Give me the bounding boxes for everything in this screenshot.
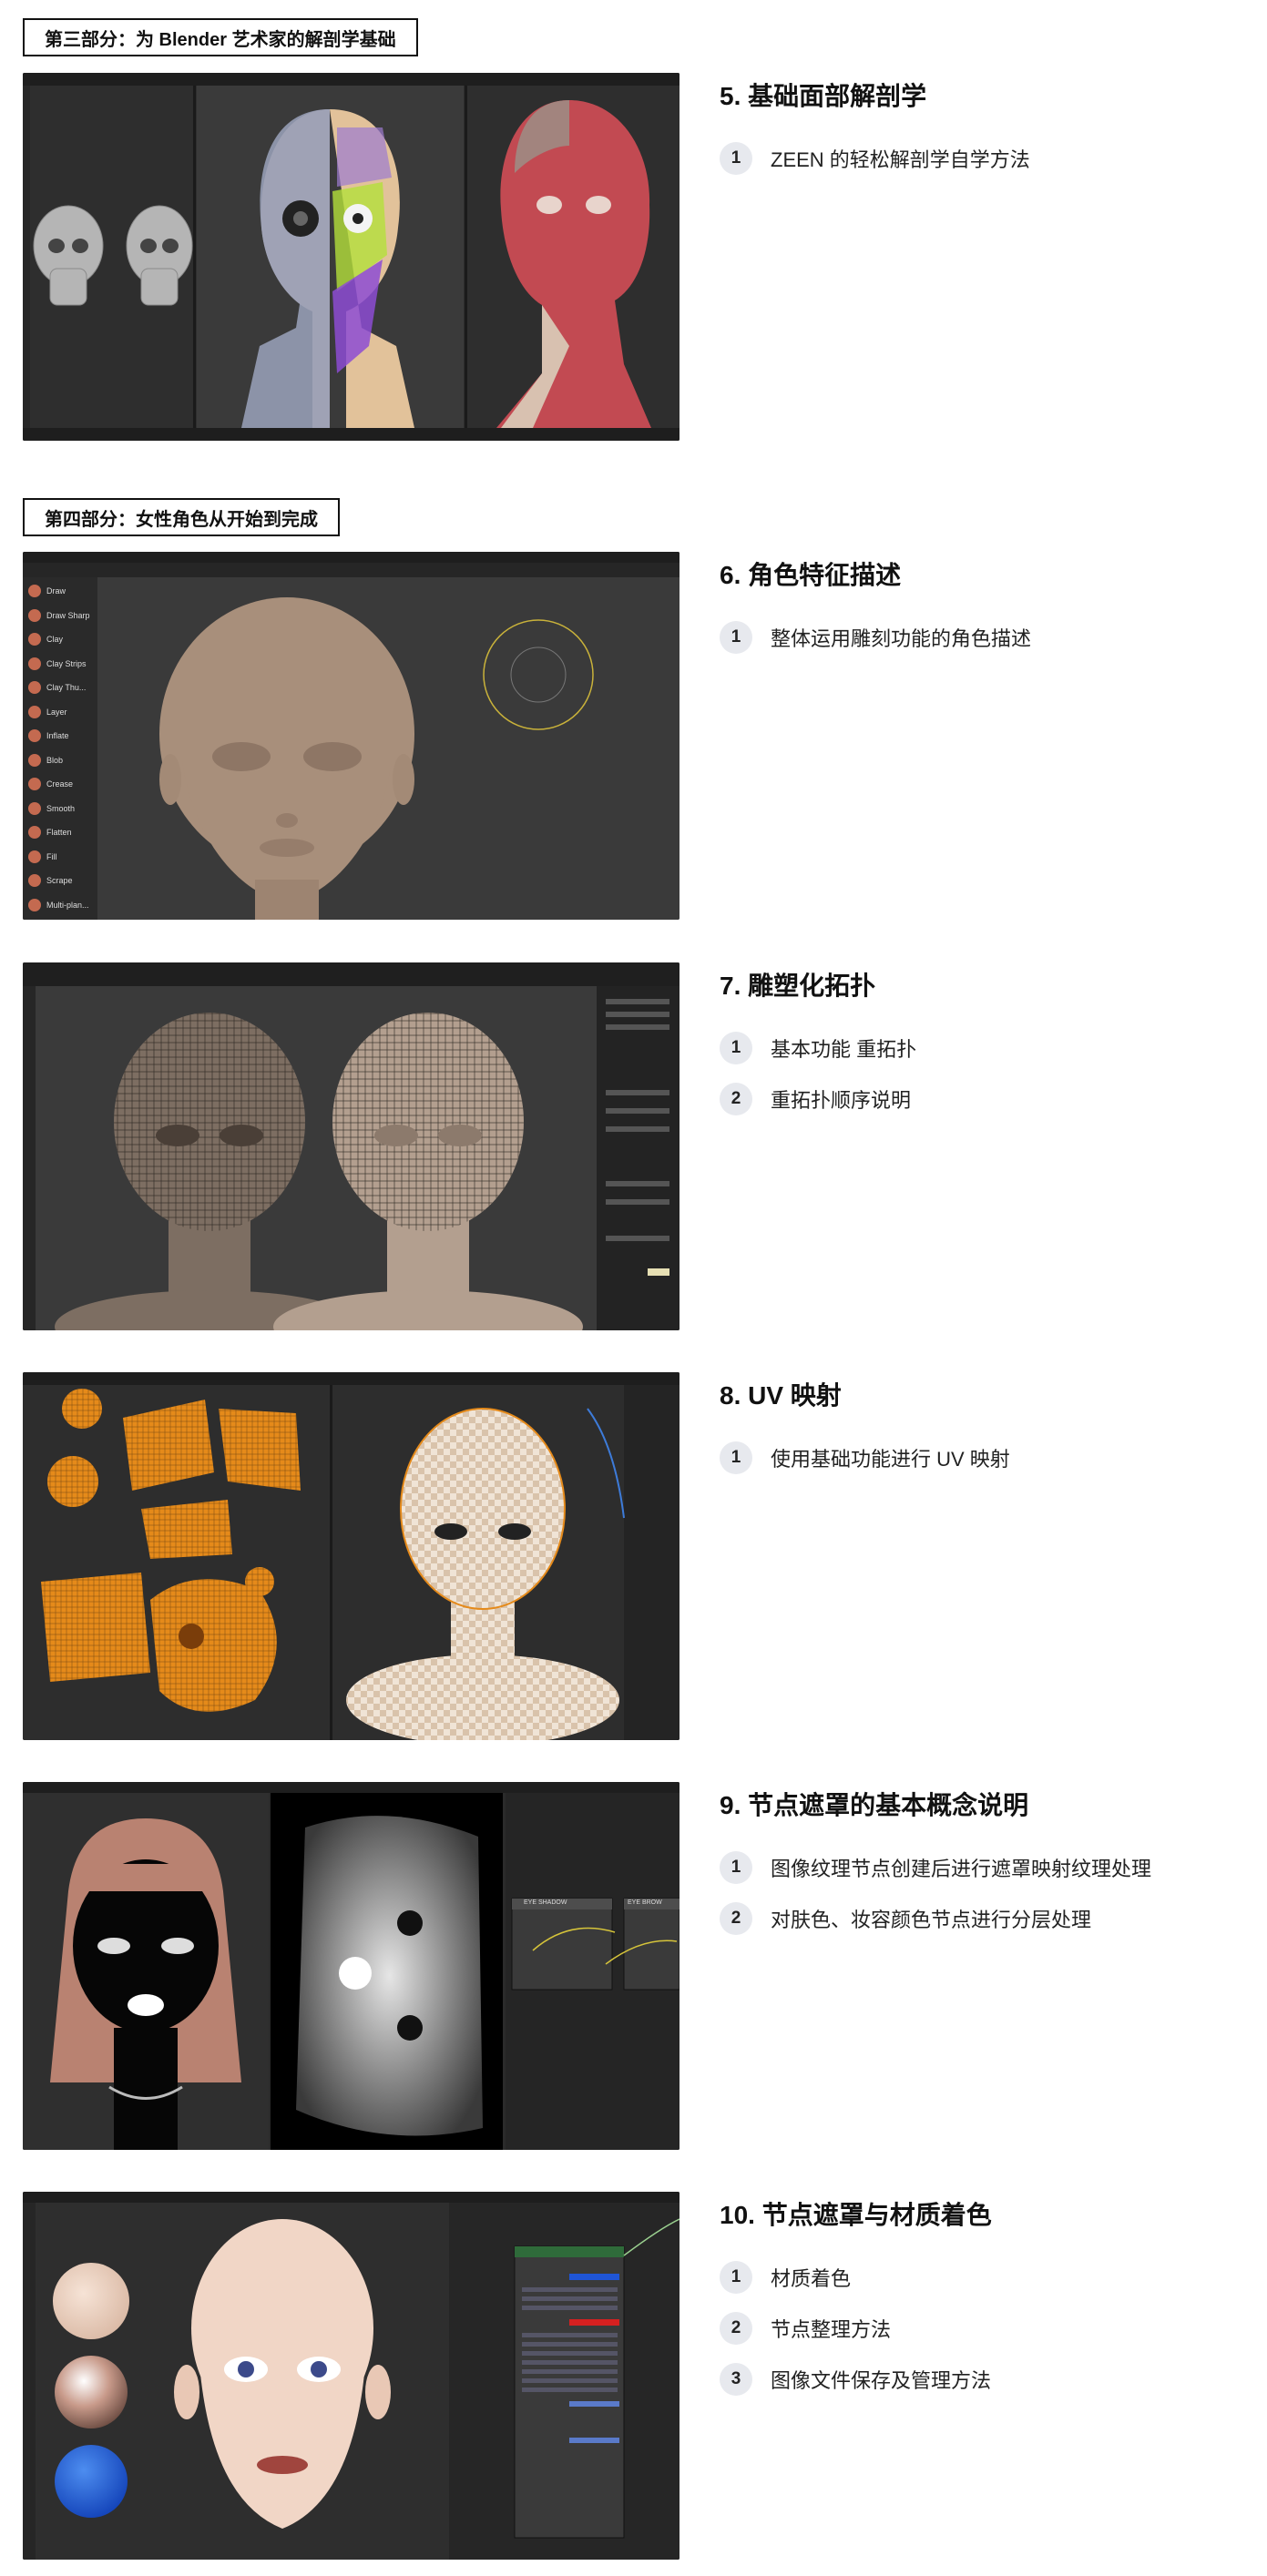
- item-number: 1: [720, 621, 752, 654]
- section-title: 7. 雕塑化拓扑: [720, 972, 876, 1000]
- item-text: 对肤色、妆容颜色节点进行分层处理: [771, 1909, 1092, 1931]
- uv-mapping-screenshot: [23, 1372, 679, 1740]
- list-item: 1 基本功能 重拓扑: [720, 1032, 916, 1064]
- list-item: 1 材质着色: [720, 2261, 851, 2294]
- brush-item[interactable]: Crease: [23, 772, 97, 797]
- item-number: 1: [720, 1851, 752, 1884]
- node-label: EYE SHADOW: [524, 1899, 567, 1906]
- brush-item[interactable]: Smooth: [23, 797, 97, 821]
- item-text: 使用基础功能进行 UV 映射: [771, 1448, 1010, 1471]
- item-text: 节点整理方法: [771, 2318, 892, 2341]
- brush-item[interactable]: Scrape: [23, 869, 97, 893]
- anatomy-screenshot: [23, 73, 679, 441]
- list-item: 2 节点整理方法: [720, 2312, 891, 2345]
- part-label: 第四部分：女性角色从开始到完成: [23, 498, 340, 536]
- brush-item[interactable]: Layer: [23, 700, 97, 725]
- item-number: 2: [720, 1083, 752, 1115]
- section-title: 9. 节点遮罩的基本概念说明: [720, 1791, 1029, 1819]
- section-title: 6. 角色特征描述: [720, 561, 902, 589]
- item-number: 2: [720, 2312, 752, 2345]
- part-label: 第三部分：为 Blender 艺术家的解剖学基础: [23, 18, 418, 56]
- item-number: 2: [720, 1902, 752, 1935]
- brush-item[interactable]: Clay Thu...: [23, 676, 97, 700]
- item-number: 1: [720, 142, 752, 175]
- brush-item[interactable]: Inflate: [23, 724, 97, 748]
- list-item: 2 对肤色、妆容颜色节点进行分层处理: [720, 1902, 1091, 1935]
- section-title: 10. 节点遮罩与材质着色: [720, 2201, 992, 2229]
- item-text: 重拓扑顺序说明: [771, 1089, 912, 1112]
- brush-item[interactable]: Draw: [23, 579, 97, 604]
- node-mask-screenshot: EYE SHADOW EYE BROW: [23, 1782, 679, 2150]
- brush-item[interactable]: Clay Strips: [23, 652, 97, 677]
- brush-item[interactable]: Blob: [23, 748, 97, 773]
- list-item: 2 重拓扑顺序说明: [720, 1083, 911, 1115]
- section-title: 8. UV 映射: [720, 1381, 842, 1410]
- item-text: 整体运用雕刻功能的角色描述: [771, 627, 1032, 650]
- brush-list: Draw Draw Sharp Clay Clay Strips Clay Th…: [23, 579, 97, 917]
- item-number: 1: [720, 1032, 752, 1064]
- item-number: 1: [720, 1441, 752, 1474]
- list-item: 1 ZEEN 的轻松解剖学自学方法: [720, 142, 1030, 175]
- list-item: 1 图像纹理节点创建后进行遮罩映射纹理处理: [720, 1851, 1151, 1884]
- brush-item[interactable]: Fill: [23, 845, 97, 870]
- list-item: 1 使用基础功能进行 UV 映射: [720, 1441, 1010, 1474]
- brush-item[interactable]: Draw Sharp: [23, 604, 97, 628]
- item-text: 图像纹理节点创建后进行遮罩映射纹理处理: [771, 1858, 1152, 1880]
- node-label: EYE BROW: [628, 1899, 662, 1906]
- item-number: 3: [720, 2363, 752, 2396]
- brush-item[interactable]: Clay: [23, 627, 97, 652]
- sculpt-screenshot: Draw Draw Sharp Clay Clay Strips Clay Th…: [23, 552, 679, 920]
- brush-item[interactable]: Flatten: [23, 820, 97, 845]
- item-text: 图像文件保存及管理方法: [771, 2369, 992, 2392]
- item-text: 基本功能 重拓扑: [771, 1038, 917, 1061]
- list-item: 3 图像文件保存及管理方法: [720, 2363, 991, 2396]
- retopology-screenshot: [23, 962, 679, 1330]
- item-number: 1: [720, 2261, 752, 2294]
- item-text: ZEEN 的轻松解剖学自学方法: [771, 148, 1030, 171]
- material-shading-screenshot: [23, 2192, 679, 2560]
- section-title: 5. 基础面部解剖学: [720, 82, 927, 110]
- list-item: 1 整体运用雕刻功能的角色描述: [720, 621, 1031, 654]
- brush-item[interactable]: Multi-plan...: [23, 893, 97, 918]
- item-text: 材质着色: [771, 2267, 852, 2290]
